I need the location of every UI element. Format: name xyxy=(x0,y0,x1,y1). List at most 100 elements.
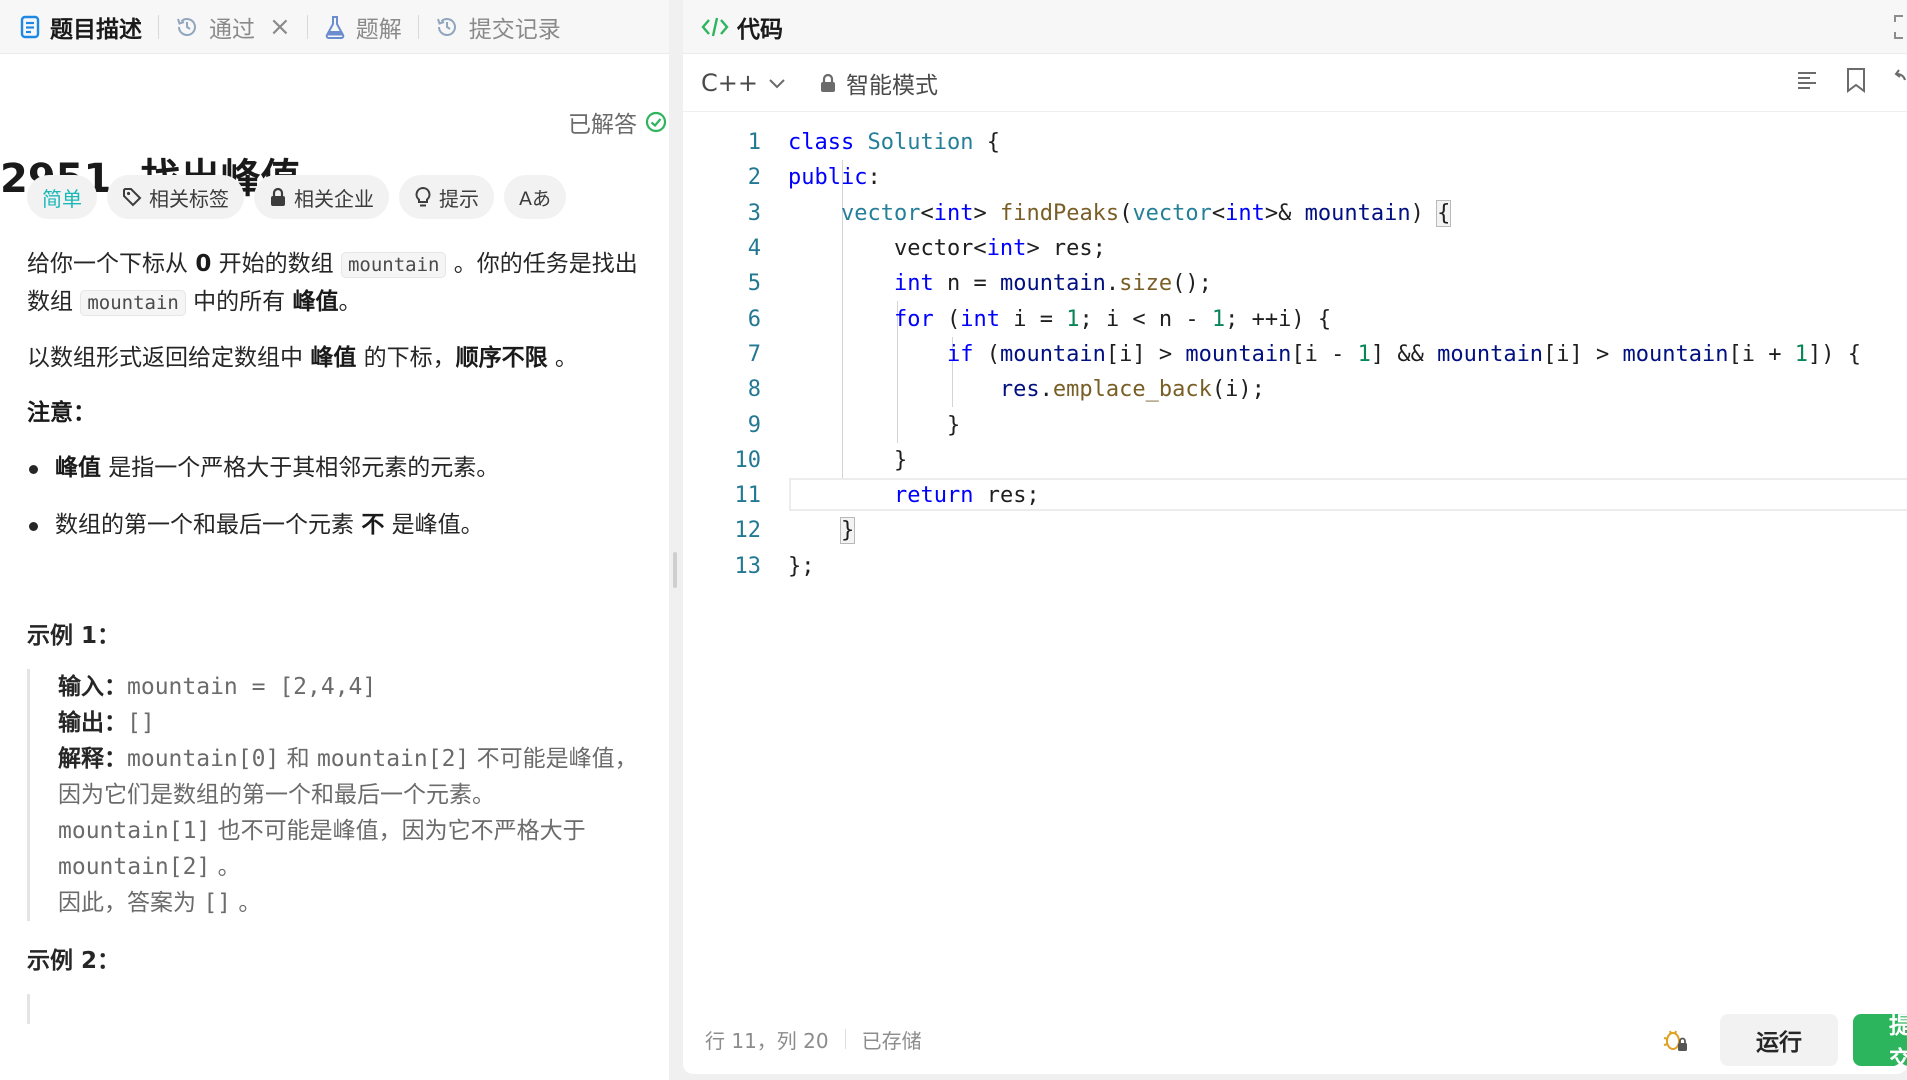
chevron-down-icon xyxy=(769,78,785,88)
value: mountain[0] xyxy=(127,746,280,772)
tab-divider xyxy=(158,14,159,39)
reset-icon[interactable] xyxy=(1893,68,1907,92)
check-circle-icon xyxy=(645,111,667,133)
list-item: 数组的第一个和最后一个元素 不 是峰值。 xyxy=(27,507,657,544)
language-label: C++ xyxy=(701,68,758,97)
tab-accepted-label: 通过 xyxy=(209,16,255,43)
history-icon xyxy=(175,15,199,39)
example-input: 输入：mountain = [2,4,4] xyxy=(58,669,657,705)
debug-icon[interactable] xyxy=(1661,1026,1689,1059)
expand-icon[interactable] xyxy=(1893,14,1907,46)
document-icon xyxy=(20,15,40,39)
text-bold: 峰值 xyxy=(310,345,357,371)
format-icon[interactable] xyxy=(1795,68,1819,92)
difficulty-badge: 简单 xyxy=(27,175,97,219)
code-text: vector<int> findPeaks(vector<int>& mount… xyxy=(840,199,1452,227)
tab-solutions[interactable]: 题解 xyxy=(324,0,402,54)
tab-submissions[interactable]: 提交记录 xyxy=(435,0,561,54)
topics-tag-label: 相关标签 xyxy=(149,186,229,211)
label: 解释： xyxy=(58,746,127,772)
translate-icon: Aあ xyxy=(519,187,551,210)
code-line: 7 if (mountain[i] > mountain[i - 1] && m… xyxy=(683,337,1907,372)
code-panel: 代码 C++ 智能模式 1 class Solution { 2 public: 3… xyxy=(683,0,1907,1074)
description-paragraph: 给你一个下标从 0 开始的数组 mountain 。你的任务是找出数组 moun… xyxy=(27,246,657,322)
close-icon[interactable]: × xyxy=(269,12,291,42)
problem-tabbar: 题目描述 通过 × 题解 提交记录 xyxy=(0,0,669,54)
example-explanation: 解释：mountain[0] 和 mountain[2] 不可能是峰值，因为它们… xyxy=(58,741,657,921)
description-paragraph: 以数组形式返回给定数组中 峰值 的下标，顺序不限 。 xyxy=(27,340,657,377)
language-select[interactable]: C++ xyxy=(701,69,786,97)
code-line: 6 for (int i = 1; i < n - 1; ++i) { xyxy=(683,301,1907,336)
splitter-grip[interactable] xyxy=(673,552,677,588)
code-text: } xyxy=(788,447,908,473)
submit-button[interactable]: 提交 xyxy=(1853,1013,1907,1073)
topics-tag-button[interactable]: 相关标签 xyxy=(107,175,244,219)
code-text: } xyxy=(788,412,961,438)
text-bold: 顺序不限 xyxy=(455,345,548,371)
translate-button[interactable]: Aあ xyxy=(504,175,566,219)
code-icon xyxy=(701,15,729,39)
text-bold: 峰值 xyxy=(55,455,101,481)
history-icon xyxy=(435,15,459,39)
text-bold: 不 xyxy=(361,512,385,538)
bookmark-icon[interactable] xyxy=(1845,67,1867,93)
run-button[interactable]: 运行 xyxy=(1720,1014,1838,1066)
code-header-label: 代码 xyxy=(737,16,783,43)
line-number: 11 xyxy=(734,483,762,509)
solved-status: 已解答 xyxy=(568,105,667,139)
tab-accepted[interactable]: 通过 × xyxy=(175,0,291,54)
tab-submissions-label: 提交记录 xyxy=(468,16,561,43)
lightbulb-icon xyxy=(415,186,431,207)
tab-divider xyxy=(306,14,308,39)
code-line: 8 res.emplace_back(i); xyxy=(683,372,1907,407)
example-1-block: 输入：mountain = [2,4,4] 输出：[] 解释：mountain[… xyxy=(27,669,657,921)
example-output: 输出：[] xyxy=(58,705,657,741)
hint-button[interactable]: 提示 xyxy=(399,175,494,219)
tab-description[interactable]: 题目描述 xyxy=(20,0,142,54)
notes-list: 峰值 是指一个严格大于其相邻元素的元素。 数组的第一个和最后一个元素 不 是峰值… xyxy=(27,450,657,544)
line-number: 13 xyxy=(734,553,762,579)
code-text: int n = mountain.size(); xyxy=(893,271,1212,297)
code-line: 13}; xyxy=(683,549,1907,584)
text: 和 xyxy=(279,746,317,772)
flask-icon xyxy=(324,15,346,39)
line-number: 4 xyxy=(747,236,761,262)
text: 的下标， xyxy=(356,345,456,371)
code-line: 5 int n = mountain.size(); xyxy=(683,266,1907,301)
value: mountain = [2,4,4] xyxy=(127,674,377,700)
note-heading: 注意： xyxy=(27,400,96,426)
code-line: 1 class Solution { xyxy=(683,125,1907,160)
text: 也不可能是峰值，因为它不严格大于 xyxy=(210,818,586,844)
inline-code: mountain xyxy=(80,290,186,316)
smart-mode-label: 智能模式 xyxy=(845,72,938,99)
editor-toolbar: C++ 智能模式 xyxy=(683,54,1907,112)
smart-mode-toggle[interactable]: 智能模式 xyxy=(820,66,938,100)
line-number: 3 xyxy=(747,200,761,226)
companies-tag-button[interactable]: 相关企业 xyxy=(254,175,389,219)
example-1-title: 示例 1： xyxy=(27,623,121,649)
code-line: 2 public: xyxy=(683,160,1907,195)
value: [] xyxy=(127,710,155,736)
text: 给你一个下标从 xyxy=(27,251,196,277)
problem-tags: 简单 相关标签 相关企业 提示 Aあ xyxy=(27,175,566,219)
companies-tag-label: 相关企业 xyxy=(294,186,374,211)
list-item: 峰值 是指一个严格大于其相邻元素的元素。 xyxy=(27,450,657,487)
cursor-position: 行 11，列 20 xyxy=(705,1028,829,1053)
line-number: 6 xyxy=(747,306,761,332)
label: 输入： xyxy=(58,674,127,700)
text: 数组的第一个和最后一个元素 xyxy=(55,512,362,538)
example-2-title: 示例 2： xyxy=(27,948,121,974)
text: 。 xyxy=(231,890,262,916)
code-editor[interactable]: 1 class Solution { 2 public: 3 vector<int>… xyxy=(683,125,1907,975)
line-number: 2 xyxy=(747,165,761,191)
panel-splitter[interactable] xyxy=(669,0,683,1080)
code-text: for (int i = 1; i < n - 1; ++i) { xyxy=(893,306,1332,332)
text: 。 xyxy=(338,289,362,315)
code-text: if (mountain[i] > mountain[i - 1] && mou… xyxy=(946,341,1861,367)
code-line: 10 } xyxy=(683,443,1907,478)
line-number: 12 xyxy=(734,518,762,544)
value: mountain[2] xyxy=(316,746,470,772)
tab-description-label: 题目描述 xyxy=(50,16,142,43)
save-status: 已存储 xyxy=(861,1028,922,1053)
text: 因此，答案为 xyxy=(58,890,204,916)
